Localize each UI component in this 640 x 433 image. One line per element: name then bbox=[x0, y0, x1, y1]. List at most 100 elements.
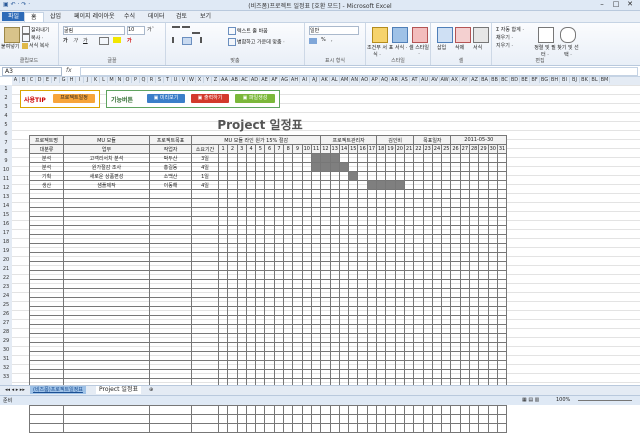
table-cell[interactable] bbox=[149, 351, 192, 361]
day-cell[interactable] bbox=[236, 153, 247, 163]
day-cell[interactable] bbox=[496, 234, 508, 244]
align-left-icon[interactable] bbox=[172, 37, 182, 43]
day-cell[interactable] bbox=[338, 297, 350, 307]
day-cell[interactable] bbox=[394, 423, 405, 433]
table-cell[interactable] bbox=[191, 234, 219, 244]
day-cell[interactable] bbox=[255, 207, 266, 217]
column-header[interactable]: AA bbox=[220, 77, 230, 83]
day-cell[interactable] bbox=[441, 198, 452, 208]
column-header[interactable]: C bbox=[28, 77, 36, 83]
day-cell[interactable] bbox=[264, 342, 275, 352]
name-box[interactable]: A3 bbox=[2, 67, 62, 76]
day-cell[interactable] bbox=[348, 342, 359, 352]
paste-icon[interactable] bbox=[4, 27, 20, 43]
day-cell[interactable] bbox=[459, 306, 471, 316]
row-header[interactable]: 24 bbox=[0, 293, 12, 299]
day-cell[interactable] bbox=[394, 333, 405, 343]
day-cell[interactable] bbox=[283, 225, 294, 235]
table-cell[interactable] bbox=[191, 315, 219, 325]
day-cell[interactable] bbox=[329, 423, 340, 433]
day-cell[interactable] bbox=[245, 405, 257, 415]
day-cell[interactable] bbox=[310, 324, 322, 334]
table-cell[interactable] bbox=[191, 333, 219, 343]
day-cell[interactable] bbox=[310, 333, 322, 343]
day-cell[interactable] bbox=[217, 324, 229, 334]
column-header[interactable]: AO bbox=[360, 77, 370, 83]
day-cell[interactable] bbox=[385, 306, 396, 316]
day-cell[interactable] bbox=[301, 216, 312, 226]
day-cell[interactable] bbox=[217, 342, 229, 352]
day-cell[interactable] bbox=[292, 423, 303, 433]
day-cell[interactable] bbox=[450, 189, 461, 199]
table-cell[interactable] bbox=[149, 333, 192, 343]
day-cell[interactable] bbox=[357, 234, 368, 244]
column-header[interactable]: BA bbox=[480, 77, 490, 83]
day-cell[interactable] bbox=[450, 279, 461, 289]
day-cell[interactable] bbox=[366, 360, 378, 370]
day-cell[interactable] bbox=[310, 189, 322, 199]
day-cell[interactable] bbox=[348, 351, 359, 361]
day-cell[interactable] bbox=[320, 216, 331, 226]
table-cell[interactable] bbox=[29, 423, 64, 433]
table-cell[interactable] bbox=[63, 243, 150, 253]
day-cell[interactable] bbox=[385, 279, 396, 289]
day-cell[interactable] bbox=[357, 180, 368, 190]
day-cell[interactable] bbox=[227, 324, 238, 334]
day-cell[interactable] bbox=[320, 306, 331, 316]
day-cell[interactable] bbox=[441, 162, 452, 172]
insert-cells-icon[interactable] bbox=[437, 27, 453, 43]
day-cell[interactable] bbox=[394, 153, 405, 163]
table-cell[interactable] bbox=[63, 288, 150, 298]
day-cell[interactable] bbox=[273, 423, 285, 433]
day-cell[interactable] bbox=[264, 180, 275, 190]
day-cell[interactable] bbox=[320, 324, 331, 334]
table-cell[interactable] bbox=[149, 360, 192, 370]
day-cell[interactable] bbox=[348, 180, 359, 190]
day-cell[interactable] bbox=[245, 171, 257, 181]
day-cell[interactable] bbox=[496, 270, 508, 280]
day-cell[interactable] bbox=[217, 198, 229, 208]
day-cell[interactable] bbox=[459, 405, 471, 415]
day-cell[interactable] bbox=[487, 180, 498, 190]
day-cell[interactable] bbox=[403, 270, 415, 280]
day-cell[interactable] bbox=[236, 297, 247, 307]
task-header[interactable]: 업무 bbox=[63, 144, 150, 154]
table-cell[interactable] bbox=[29, 198, 64, 208]
day-cell[interactable] bbox=[487, 333, 498, 343]
find-select-icon[interactable] bbox=[560, 27, 576, 43]
table-cell[interactable] bbox=[63, 207, 150, 217]
day-cell[interactable] bbox=[264, 315, 275, 325]
day-cell[interactable] bbox=[441, 360, 452, 370]
column-header[interactable]: K bbox=[92, 77, 100, 83]
column-header[interactable]: AC bbox=[240, 77, 250, 83]
table-cell[interactable] bbox=[191, 414, 219, 424]
day-cell[interactable] bbox=[496, 315, 508, 325]
day-header[interactable]: 4 bbox=[245, 144, 257, 154]
day-cell[interactable] bbox=[376, 405, 387, 415]
row-header[interactable]: 23 bbox=[0, 284, 12, 290]
day-cell[interactable] bbox=[255, 405, 266, 415]
day-cell[interactable] bbox=[283, 369, 294, 379]
day-cell[interactable] bbox=[459, 333, 471, 343]
table-cell[interactable] bbox=[29, 189, 64, 199]
day-cell[interactable] bbox=[320, 189, 331, 199]
day-cell[interactable] bbox=[450, 180, 461, 190]
project-goal-label[interactable]: 프로젝트목표 bbox=[149, 135, 192, 145]
day-cell[interactable] bbox=[403, 324, 415, 334]
day-cell[interactable] bbox=[338, 423, 350, 433]
day-cell[interactable] bbox=[413, 189, 424, 199]
day-cell[interactable] bbox=[273, 288, 285, 298]
row-header[interactable]: 10 bbox=[0, 167, 12, 173]
column-header[interactable]: Y bbox=[204, 77, 212, 83]
day-cell[interactable] bbox=[292, 180, 303, 190]
day-cell[interactable] bbox=[255, 261, 266, 271]
day-cell[interactable] bbox=[385, 162, 396, 172]
day-cell[interactable] bbox=[357, 198, 368, 208]
day-cell[interactable] bbox=[301, 414, 312, 424]
day-cell[interactable] bbox=[487, 207, 498, 217]
day-cell[interactable] bbox=[338, 279, 350, 289]
column-header[interactable]: AL bbox=[330, 77, 340, 83]
align-top-icon[interactable] bbox=[172, 26, 180, 34]
day-cell[interactable] bbox=[264, 252, 275, 262]
day-cell[interactable] bbox=[320, 207, 331, 217]
